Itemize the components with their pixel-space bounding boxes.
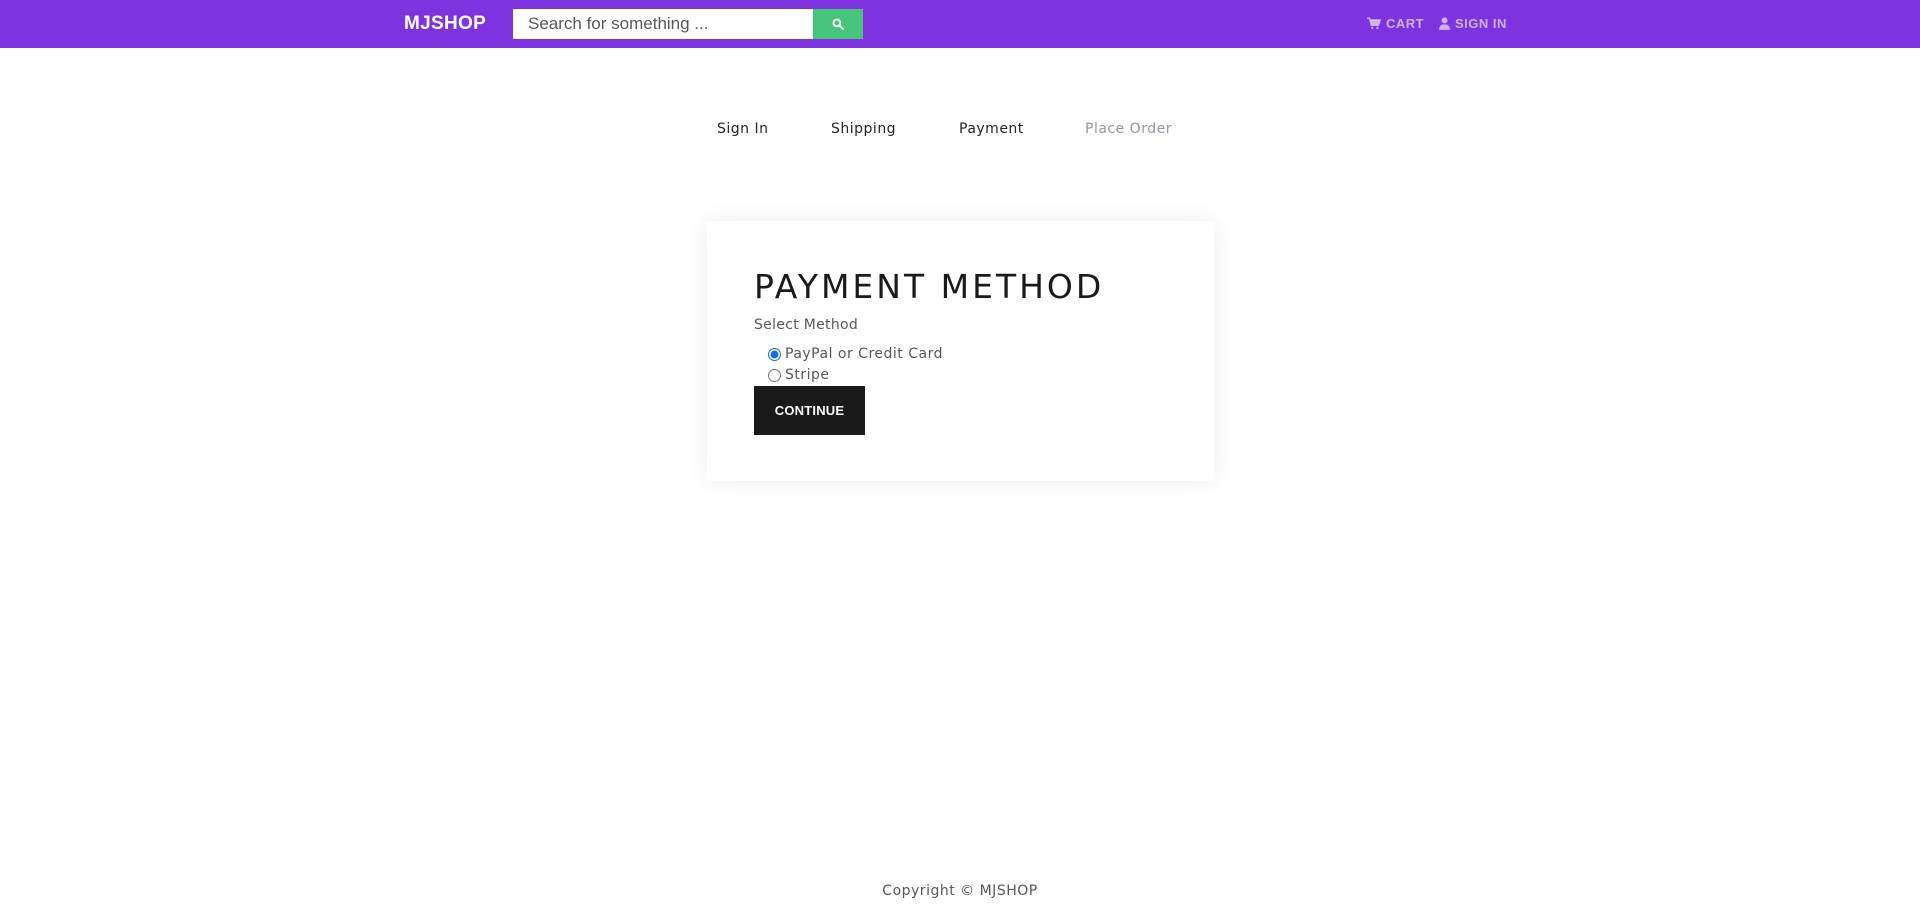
stripe-option[interactable]: Stripe bbox=[768, 367, 830, 383]
continue-button[interactable]: CONTINUE bbox=[754, 386, 865, 435]
payment-method-card: PAYMENT METHOD Select Method PayPal or C… bbox=[707, 221, 1214, 481]
page-title: PAYMENT METHOD bbox=[754, 267, 1105, 306]
navbar: MJSHOP CART SIGN IN bbox=[0, 0, 1920, 48]
select-method-label: Select Method bbox=[754, 317, 859, 333]
cart-link[interactable]: CART bbox=[1367, 16, 1424, 31]
step-sign-in[interactable]: Sign In bbox=[717, 121, 769, 137]
cart-icon bbox=[1367, 17, 1381, 30]
stripe-option-label: Stripe bbox=[785, 367, 830, 383]
search-button[interactable] bbox=[813, 9, 863, 39]
paypal-option[interactable]: PayPal or Credit Card bbox=[768, 346, 943, 362]
brand-logo[interactable]: MJSHOP bbox=[404, 13, 486, 35]
step-payment[interactable]: Payment bbox=[959, 121, 1024, 137]
search-input[interactable] bbox=[513, 9, 813, 39]
paypal-radio[interactable] bbox=[768, 347, 781, 361]
signin-link[interactable]: SIGN IN bbox=[1439, 16, 1507, 31]
search-icon bbox=[832, 18, 844, 30]
footer: Copyright © MJSHOP bbox=[0, 883, 1920, 899]
paypal-option-label: PayPal or Credit Card bbox=[785, 346, 943, 362]
copyright-text: Copyright © MJSHOP bbox=[882, 883, 1038, 899]
step-place-order: Place Order bbox=[1085, 121, 1172, 137]
cart-label: CART bbox=[1386, 16, 1425, 31]
signin-label: SIGN IN bbox=[1455, 16, 1507, 31]
checkout-steps: Sign In Shipping Payment Place Order bbox=[0, 121, 1920, 141]
stripe-radio[interactable] bbox=[768, 368, 781, 382]
user-icon bbox=[1439, 17, 1450, 30]
step-shipping[interactable]: Shipping bbox=[831, 121, 896, 137]
